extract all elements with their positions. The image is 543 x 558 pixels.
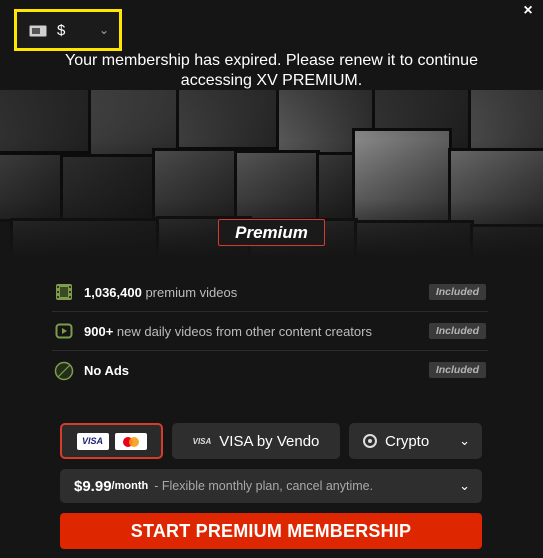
chevron-down-icon: ⌄: [459, 478, 470, 493]
mastercard-icon: [114, 432, 147, 450]
plan-selector[interactable]: $9.99/month - Flexible monthly plan, can…: [60, 469, 482, 503]
crypto-button[interactable]: Crypto ⌄: [349, 423, 482, 459]
included-badge: Included: [428, 284, 486, 300]
vendo-label: VISA by Vendo: [219, 432, 320, 450]
play-icon: [54, 321, 74, 341]
no-ads-icon: [54, 361, 74, 381]
premium-badge: Premium: [218, 219, 325, 246]
visa-vendo-button[interactable]: VISA VISA by Vendo: [172, 423, 340, 459]
plan-period: /month: [111, 480, 149, 492]
expired-message: Your membership has expired. Please rene…: [65, 52, 478, 89]
feature-label: premium videos: [141, 284, 238, 300]
feature-count: 900+: [84, 323, 114, 339]
crypto-label: Crypto: [385, 432, 430, 450]
currency-selector[interactable]: $ ⌄: [14, 9, 122, 51]
membership-modal: $ ⌄ × Your membership has expired. Pleas…: [0, 0, 543, 558]
included-badge: Included: [428, 362, 486, 378]
film-icon: [54, 282, 74, 302]
feature-row-daily: 900+ new daily videos from other content…: [52, 312, 488, 351]
currency-symbol: $: [57, 21, 66, 39]
start-membership-button[interactable]: START PREMIUM MEMBERSHIP: [60, 513, 482, 549]
feature-list: 1,036,400 premium videos Included 900+ n…: [52, 273, 488, 390]
close-button[interactable]: ×: [517, 0, 539, 22]
visa-icon: VISA: [76, 432, 109, 450]
visa-icon: VISA: [192, 436, 212, 446]
payment-methods: VISA VISA VISA by Vendo Crypto ⌄: [60, 423, 482, 459]
feature-count: 1,036,400: [84, 284, 142, 300]
feature-row-videos: 1,036,400 premium videos Included: [52, 273, 488, 312]
included-badge: Included: [428, 323, 486, 339]
coin-icon: [363, 434, 377, 448]
feature-count: No Ads: [84, 363, 130, 378]
chevron-down-icon: ⌄: [98, 23, 109, 37]
feature-row-no-ads: No Ads Included: [52, 351, 488, 390]
chevron-down-icon: ⌄: [459, 433, 470, 448]
plan-description: - Flexible monthly plan, cancel anytime.: [154, 479, 374, 493]
cash-icon: [29, 24, 47, 37]
feature-label: new daily videos from other content crea…: [113, 323, 372, 339]
card-payment-button[interactable]: VISA: [60, 423, 163, 459]
plan-price: $9.99: [74, 477, 112, 495]
close-icon: ×: [523, 2, 533, 19]
